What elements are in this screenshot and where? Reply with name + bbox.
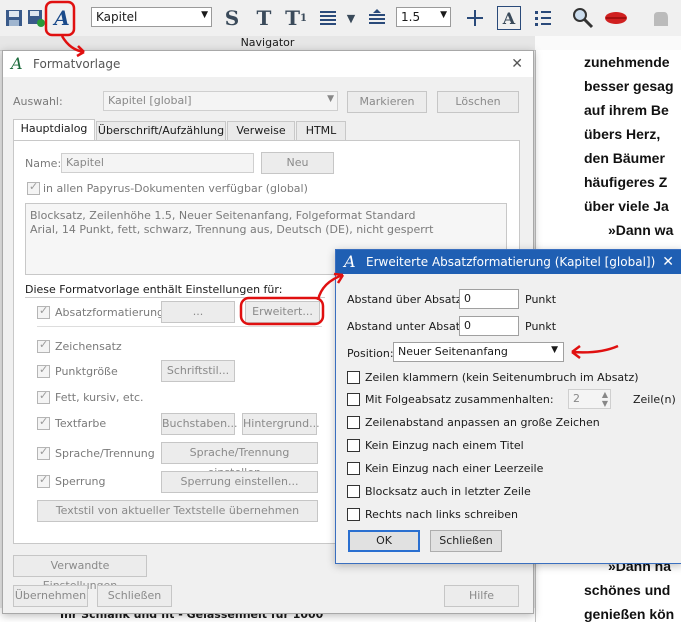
annotation-circle-format-icon [44, 0, 76, 37]
annotation-circle-erweitert [239, 296, 325, 326]
red-annotations [44, 0, 619, 359]
